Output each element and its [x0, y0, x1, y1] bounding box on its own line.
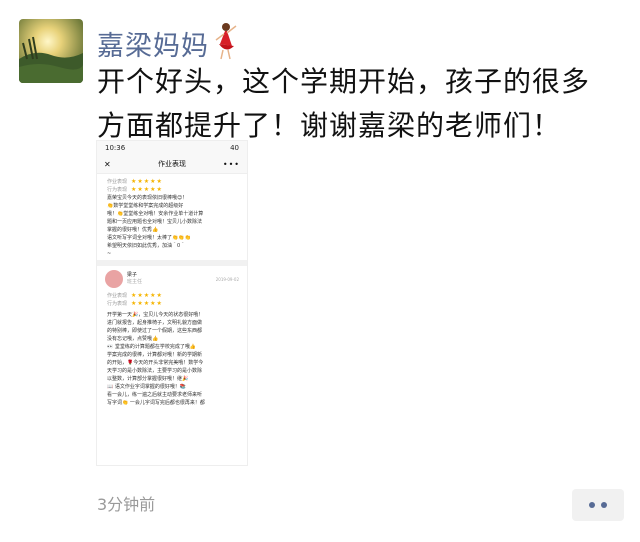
comment-line: 👀 堂堂练的计算题都在学校完成了哦👍 — [107, 344, 197, 350]
post-time: 3分钟前 — [97, 495, 156, 514]
close-icon: ✕ — [104, 159, 111, 169]
status-battery: 40 — [230, 144, 239, 152]
user-avatar[interactable] — [19, 19, 83, 83]
teacher-name: 梁子 — [127, 272, 138, 278]
comment-line: 的开始，🌹今天的开头非常完美哦！数学今 — [107, 360, 204, 366]
comment-line: 的特别棒，即使过了一个假期，这些东西都 — [107, 328, 203, 334]
dot-icon — [601, 502, 607, 508]
comment-line: 嘉荣宝贝今天的表现依旧很棒哦😊！ — [107, 195, 188, 201]
comment-line: 看一会儿，练一遍之后就主动要求老师来听 — [107, 392, 203, 398]
post-date: 2019-09-02 — [215, 276, 239, 282]
comment-line: 以整数，计算部分掌握很好哦！继🎉 — [107, 376, 189, 382]
card2-ratings: 作业表现 ★★★★★ 行为表现 ★★★★★ — [107, 292, 163, 307]
phone-status-bar: 10:36 40 — [97, 141, 247, 155]
card1-comment: 嘉荣宝贝今天的表现依旧很棒哦😊！ 👏数学堂堂练和学案完成的超级好哦！👏堂堂练全对哦… — [97, 194, 247, 258]
dancer-emoji-icon — [210, 20, 240, 60]
username[interactable]: 嘉梁妈妈 — [97, 24, 209, 63]
comment-line: 题和一页应用题也全对哦！宝贝儿小数除法 — [107, 219, 203, 225]
comment-line: 希望明天依旧如此优秀，加油＾0＾ — [107, 243, 186, 249]
phone-nav-bar: ✕ 作业表现 ••• — [97, 155, 247, 174]
teacher-role: 班主任 — [127, 279, 143, 285]
teacher-avatar — [105, 270, 123, 288]
comment-line: 写字词👏 一会儿字词写完后都也很再来！都 — [107, 400, 205, 406]
more-icon: ••• — [222, 159, 240, 169]
dot-icon — [589, 502, 595, 508]
comment-line: 📖 语文作业字词掌握的很好哦！📚 — [107, 384, 187, 390]
post-text: 开个好头，这个学期开始，孩子的很多方面都提升了！谢谢嘉梁的老师们！ — [97, 65, 591, 142]
comment-line: 掌握的很好哦！优秀👍 — [107, 227, 159, 233]
comment-line: 进门就报告，起身推椅子，文明礼貌方面做 — [107, 320, 203, 326]
comment-line: 语文听写字词全对哦！太棒了👏👏👏 — [107, 235, 191, 241]
teacher-row: 梁子 班主任 2019-09-02 — [97, 266, 247, 292]
comment-line: 哦！👏堂堂练全对哦！安余作业单十道计算 — [107, 211, 204, 217]
comment-menu-button[interactable] — [572, 489, 624, 521]
comment-line: 学案完成的很棒，计算都对哦！新的学期新 — [107, 352, 203, 358]
nav-title: 作业表现 — [158, 160, 186, 168]
comment-line: 开学第一天🎉，宝贝儿今天的状态很好哦！ — [107, 312, 204, 318]
post-image[interactable]: 10:36 40 ✕ 作业表现 ••• 作业表现 ★★★★★ 行为表现 ★★★★★ … — [96, 140, 248, 466]
card2-comment: 开学第一天🎉，宝贝儿今天的状态很好哦！ 进门就报告，起身推椅子，文明礼貌方面做 的特… — [97, 311, 247, 407]
card1-ratings: 作业表现 ★★★★★ 行为表现 ★★★★★ — [107, 178, 163, 193]
comment-line: 没有忘记哦，点赞哦👍 — [107, 336, 159, 342]
comment-line: 天学习的是小数除法，主要学习的是小数除 — [107, 368, 203, 374]
status-time: 10:36 — [105, 144, 126, 152]
comment-line: ~ — [107, 251, 112, 257]
comment-line: 👏数学堂堂练和学案完成的超级好 — [107, 203, 184, 209]
